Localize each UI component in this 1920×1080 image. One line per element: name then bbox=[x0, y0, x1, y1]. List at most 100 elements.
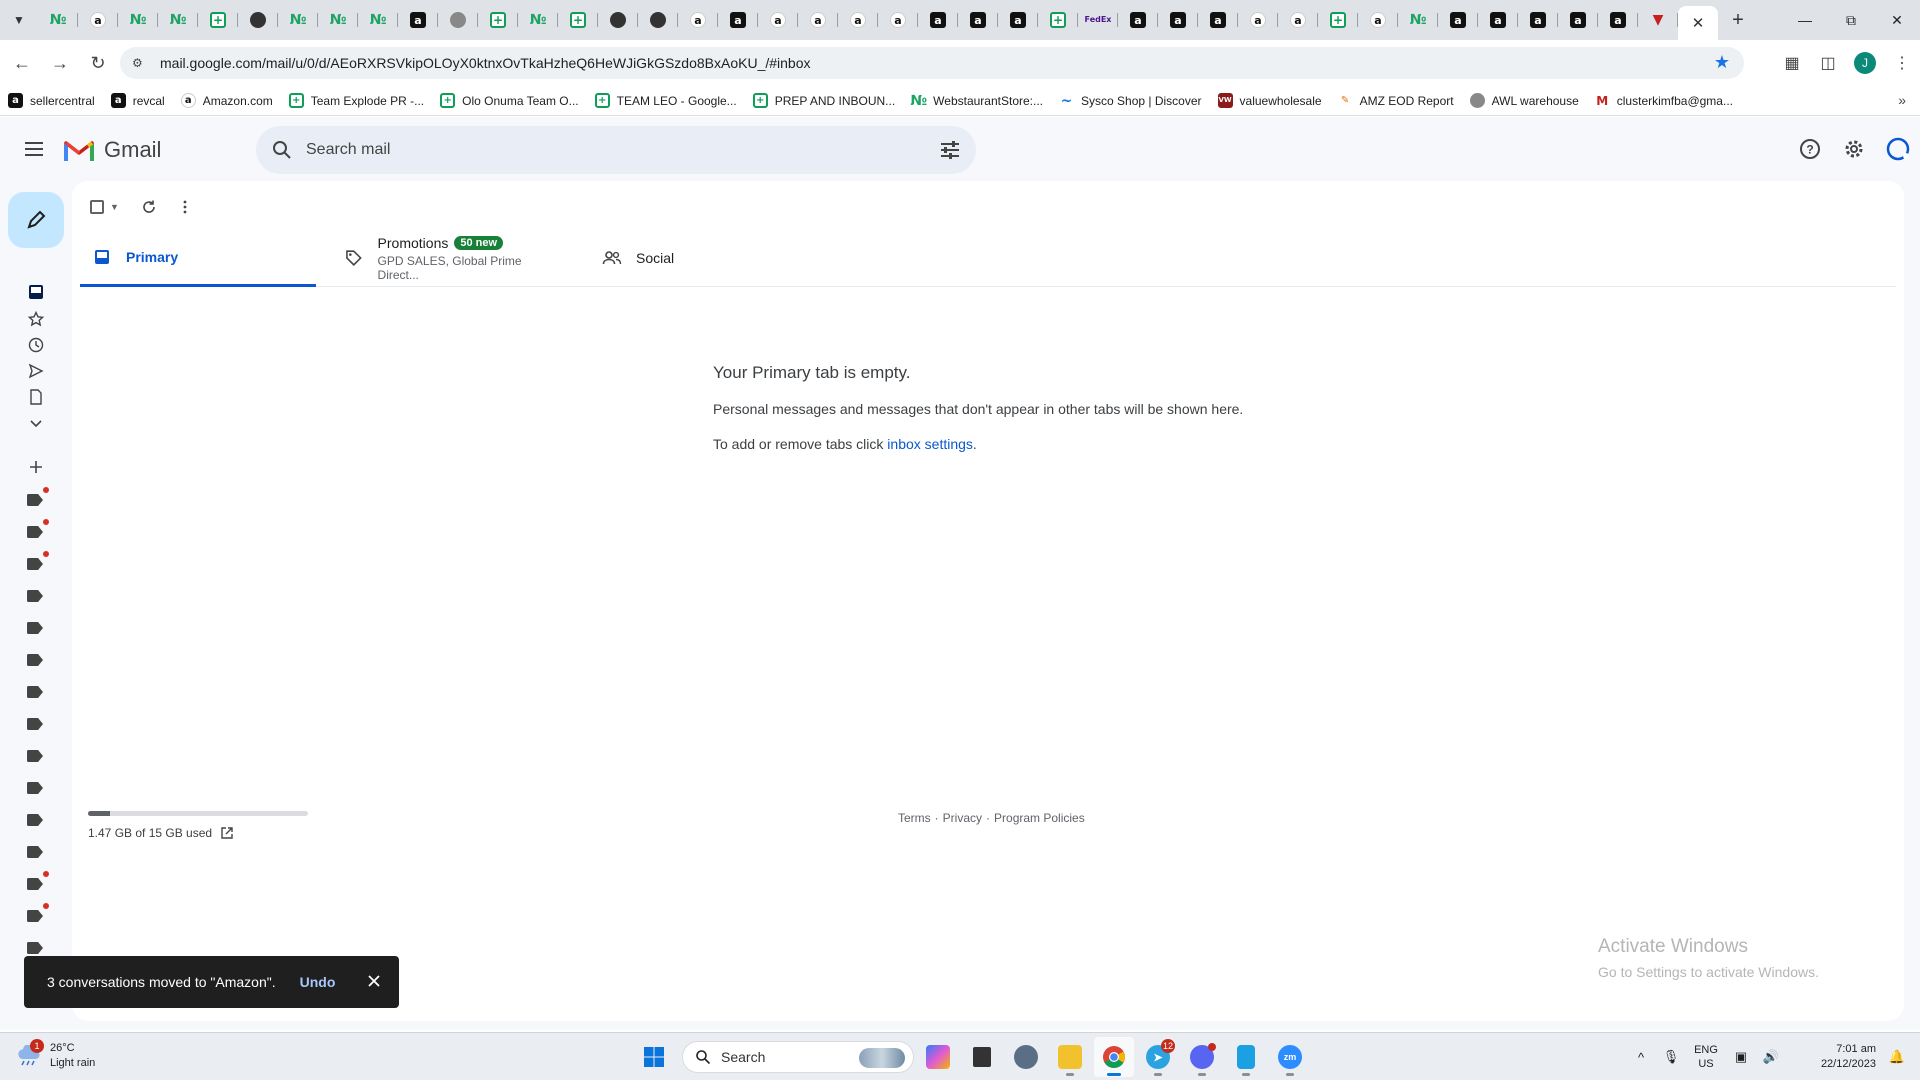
browser-tab[interactable]: ▼ bbox=[1638, 4, 1678, 36]
label-tag-icon[interactable] bbox=[27, 589, 43, 602]
active-tab-close-icon[interactable]: ✕ bbox=[1678, 6, 1718, 40]
label-tag-icon[interactable] bbox=[27, 653, 43, 666]
zoom-app-icon[interactable]: zm bbox=[1270, 1037, 1310, 1077]
bookmark-item[interactable]: ~ Sysco Shop | Discover bbox=[1051, 88, 1210, 114]
label-tag-icon[interactable] bbox=[27, 717, 43, 730]
label-tag-icon[interactable] bbox=[27, 621, 43, 634]
refresh-icon[interactable] bbox=[135, 193, 163, 221]
more-options-icon[interactable] bbox=[171, 193, 199, 221]
settings-app-icon[interactable] bbox=[1006, 1037, 1046, 1077]
browser-menu-icon[interactable]: ⋮ bbox=[1884, 45, 1920, 81]
microphone-icon[interactable]: 🎙 bbox=[1656, 1042, 1686, 1072]
browser-tab[interactable]: a bbox=[1238, 4, 1278, 36]
clock[interactable]: 7:01 am 22/12/2023 bbox=[1786, 1042, 1876, 1072]
volume-icon[interactable]: 🔊 bbox=[1756, 1042, 1786, 1072]
network-icon[interactable]: ▣ bbox=[1726, 1042, 1756, 1072]
browser-tab[interactable]: № bbox=[1398, 4, 1438, 36]
snoozed-icon[interactable] bbox=[22, 331, 50, 359]
tab-promotions[interactable]: Promotions 50 new GPD SALES, Global Prim… bbox=[332, 229, 562, 287]
browser-tab[interactable]: № bbox=[318, 4, 358, 36]
browser-tab[interactable]: a bbox=[1438, 4, 1478, 36]
bookmark-item[interactable]: + Team Explode PR -... bbox=[281, 88, 432, 114]
browser-tab[interactable]: a bbox=[78, 4, 118, 36]
reload-button[interactable]: ↻ bbox=[82, 47, 114, 79]
forward-button[interactable]: → bbox=[44, 47, 76, 79]
browser-tab[interactable]: a bbox=[1478, 4, 1518, 36]
browser-tab[interactable]: + bbox=[478, 4, 518, 36]
back-button[interactable]: ← bbox=[6, 47, 38, 79]
label-tag-icon[interactable] bbox=[27, 871, 49, 890]
bookmark-item[interactable]: Mclusterkimfba@gma... bbox=[1587, 88, 1741, 114]
bookmark-item[interactable]: + PREP AND INBOUN... bbox=[745, 88, 903, 114]
bookmark-item[interactable]: a revcal bbox=[103, 88, 173, 114]
browser-tab[interactable]: a bbox=[1558, 4, 1598, 36]
discord-app-icon[interactable] bbox=[1182, 1037, 1222, 1077]
browser-tab[interactable]: a bbox=[918, 4, 958, 36]
browser-tab[interactable]: a bbox=[1198, 4, 1238, 36]
label-tag-icon[interactable] bbox=[27, 813, 43, 826]
taskbar-search[interactable]: Search bbox=[682, 1041, 914, 1073]
bookmark-item[interactable]: VW valuewholesale bbox=[1210, 88, 1330, 114]
browser-tab[interactable]: a bbox=[1118, 4, 1158, 36]
search-input[interactable]: Search mail bbox=[306, 141, 390, 159]
browser-tab[interactable] bbox=[238, 4, 278, 36]
minimize-button[interactable]: — bbox=[1782, 0, 1828, 40]
help-icon[interactable]: ? bbox=[1788, 127, 1832, 171]
browser-tab[interactable]: + bbox=[558, 4, 598, 36]
select-all-checkbox[interactable] bbox=[90, 200, 104, 214]
create-label-plus-icon[interactable] bbox=[22, 453, 50, 481]
browser-tab[interactable]: a bbox=[878, 4, 918, 36]
side-panel-icon[interactable]: ◫ bbox=[1810, 45, 1846, 81]
browser-tab[interactable]: № bbox=[38, 4, 78, 36]
browser-tab[interactable]: a bbox=[998, 4, 1038, 36]
browser-tab[interactable]: № bbox=[518, 4, 558, 36]
browser-tab[interactable]: a bbox=[1358, 4, 1398, 36]
windows-start-icon[interactable] bbox=[636, 1039, 672, 1075]
label-tag-icon[interactable] bbox=[27, 487, 49, 506]
browser-tab[interactable]: a bbox=[1158, 4, 1198, 36]
sent-icon[interactable] bbox=[22, 357, 50, 385]
search-icon[interactable] bbox=[270, 138, 294, 162]
profile-avatar[interactable]: J bbox=[1854, 52, 1876, 74]
label-tag-icon[interactable] bbox=[27, 551, 49, 570]
inbox-settings-link[interactable]: inbox settings bbox=[887, 436, 973, 452]
label-tag-icon[interactable] bbox=[27, 685, 43, 698]
label-tag-icon[interactable] bbox=[27, 519, 49, 538]
chrome-app-icon[interactable] bbox=[1094, 1037, 1134, 1077]
browser-tab[interactable]: № bbox=[118, 4, 158, 36]
browser-tab[interactable]: + bbox=[1038, 4, 1078, 36]
browser-tab[interactable]: a bbox=[398, 4, 438, 36]
browser-tab[interactable] bbox=[598, 4, 638, 36]
extensions-icon[interactable]: ▦ bbox=[1774, 45, 1810, 81]
terms-link[interactable]: Terms bbox=[898, 811, 931, 825]
gmail-logo[interactable]: Gmail bbox=[64, 137, 161, 163]
browser-tab[interactable]: a bbox=[958, 4, 998, 36]
browser-tab[interactable]: a bbox=[798, 4, 838, 36]
more-chevron-down-icon[interactable] bbox=[22, 409, 50, 437]
open-external-icon[interactable] bbox=[220, 826, 234, 840]
file-explorer-icon[interactable] bbox=[1050, 1037, 1090, 1077]
browser-tab[interactable]: a bbox=[678, 4, 718, 36]
bookmark-item[interactable]: ✎ AMZ EOD Report bbox=[1330, 88, 1462, 114]
account-avatar[interactable] bbox=[1876, 127, 1920, 171]
settings-gear-icon[interactable] bbox=[1832, 127, 1876, 171]
drafts-icon[interactable] bbox=[22, 383, 50, 411]
tab-search-button[interactable]: ▼ bbox=[6, 7, 32, 33]
bookmark-star-icon[interactable]: ★ bbox=[1714, 52, 1730, 73]
show-hidden-icons-chevron-up-icon[interactable]: ^ bbox=[1626, 1042, 1656, 1072]
browser-tab[interactable]: № bbox=[158, 4, 198, 36]
browser-tab[interactable]: a bbox=[838, 4, 878, 36]
more-bookmarks-icon[interactable]: » bbox=[1898, 92, 1906, 108]
bookmark-item[interactable]: a Amazon.com bbox=[173, 88, 281, 114]
bookmark-item[interactable]: a sellercentral bbox=[0, 88, 103, 114]
search-mail-bar[interactable]: Search mail bbox=[256, 126, 976, 174]
restore-button[interactable]: ⧉ bbox=[1828, 0, 1874, 40]
compose-button[interactable] bbox=[8, 192, 64, 248]
browser-tab[interactable] bbox=[638, 4, 678, 36]
select-menu-chevron-icon[interactable]: ▼ bbox=[110, 202, 119, 212]
program-policies-link[interactable]: Program Policies bbox=[994, 811, 1085, 825]
browser-tab[interactable]: a bbox=[1598, 4, 1638, 36]
browser-tab[interactable]: + bbox=[1318, 4, 1358, 36]
label-tag-icon[interactable] bbox=[27, 903, 49, 922]
new-tab-button[interactable]: + bbox=[1722, 6, 1754, 34]
